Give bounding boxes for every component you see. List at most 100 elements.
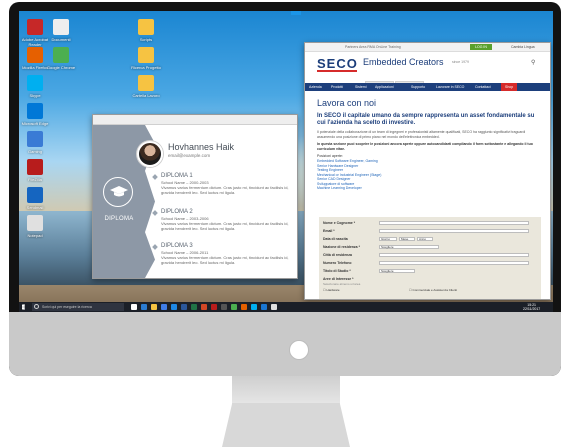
monitor-mockup: Adobe Acrobat Reader Mozilla Firefox Skype… — [0, 0, 571, 447]
desktop-shortcut[interactable]: Ricerca Progetto — [131, 47, 161, 70]
chrome-icon — [53, 47, 69, 63]
desktop-shortcut[interactable]: Skype — [20, 75, 50, 98]
desktop-shortcut[interactable]: Microsoft Edge — [20, 103, 50, 126]
filezilla-icon[interactable] — [211, 304, 217, 310]
login-button[interactable]: LOG IN — [470, 44, 492, 50]
checkbox-commerciale[interactable]: ☐ Commerciale e Assistenza Clienti — [409, 288, 457, 292]
desktop-shortcut[interactable]: Cartella Lavoro — [131, 75, 161, 98]
positions-label: Posizioni aperte: — [317, 154, 343, 158]
nav-item-azienda[interactable]: Azienda — [309, 85, 322, 89]
birth-day-select[interactable]: Giorno — [379, 237, 397, 241]
desktop-shortcut[interactable]: Notepad — [20, 215, 50, 238]
firefox-icon[interactable] — [241, 304, 247, 310]
folder-icon — [138, 19, 154, 35]
excel-icon[interactable] — [191, 304, 197, 310]
browser-window[interactable]: Partners Area RMA OnLine Training LOG IN… — [304, 42, 551, 300]
skype-icon[interactable] — [251, 304, 257, 310]
language-switch[interactable]: Cambia Lingua — [511, 45, 535, 49]
nav-item-shop[interactable]: Shop — [501, 83, 518, 91]
store-icon[interactable] — [161, 304, 167, 310]
folder-icon[interactable] — [151, 304, 157, 310]
city-label: Città di residenza — [323, 253, 352, 257]
settings-icon[interactable] — [271, 304, 277, 310]
monitor-neck — [232, 376, 340, 404]
desktop-shortcut[interactable]: Gaming — [20, 131, 50, 154]
desktop-shortcut[interactable]: Sendmail — [20, 187, 50, 210]
terminal-icon[interactable] — [221, 304, 227, 310]
taskbar-search[interactable]: Scrivi qui per eseguire la ricerca — [32, 303, 124, 311]
monitor-chin — [9, 312, 561, 376]
desktop-shortcut[interactable]: Google Chrome — [46, 47, 76, 70]
photos-icon[interactable] — [261, 304, 267, 310]
desktop-shortcut-label: Scripts — [139, 37, 153, 42]
since-label: since 1979 — [452, 60, 469, 64]
resume-email: email@example.com — [168, 153, 211, 158]
word-icon[interactable] — [181, 304, 187, 310]
diploma-description: Vivamus varius fermentum dictum. Cras ju… — [161, 255, 289, 265]
page-subtitle: In SECO il capitale umano da sempre rapp… — [317, 113, 535, 126]
email-field[interactable] — [379, 229, 529, 233]
intro-bold-text: In questa sezione puoi scoprire le posiz… — [317, 142, 533, 151]
resume-window-titlebar[interactable] — [93, 115, 297, 125]
desktop-shortcut[interactable]: Scripts — [131, 19, 161, 42]
search-icon — [34, 304, 39, 309]
desktop-shortcut-label: Google Chrome — [46, 65, 76, 70]
seco-logo[interactable]: SECO — [317, 56, 358, 71]
application-form: Nome e Cognome * Email * Data di nascita… — [319, 217, 541, 299]
windows-start-icon[interactable] — [22, 304, 25, 310]
sidebar-diploma-label: DIPLOMA — [104, 216, 134, 222]
nation-select[interactable]: Scegliere — [379, 245, 439, 249]
monitor-base — [222, 403, 350, 447]
desktop-screen: Adobe Acrobat Reader Mozilla Firefox Skype… — [19, 11, 553, 312]
top-links[interactable]: Partners Area RMA OnLine Training — [345, 45, 401, 49]
birth-year-select[interactable]: Anno — [417, 237, 433, 241]
filezilla-icon — [27, 159, 43, 175]
power-button — [289, 340, 309, 360]
clock-date: 22/11/2017 — [523, 307, 541, 311]
desktop-shortcut-label: Skype — [29, 93, 41, 98]
gamepad-icon — [27, 131, 43, 147]
nav-item-contattaci[interactable]: Contattaci — [475, 85, 491, 89]
nav-item-applicazioni[interactable]: Applicazioni — [375, 85, 394, 89]
edge-icon[interactable] — [141, 304, 147, 310]
position-link[interactable]: Embedded Software Engineer, Gaming — [317, 159, 381, 164]
nav-item-lavorare[interactable]: Lavorare in SECO — [436, 85, 464, 89]
phone-field[interactable] — [379, 261, 529, 265]
study-select[interactable]: Scegliere — [379, 269, 415, 273]
name-field[interactable] — [379, 221, 529, 225]
camera-notch — [291, 11, 301, 15]
positions-list: Embedded Software Engineer, Gaming Senio… — [317, 159, 381, 191]
bullet-diamond-icon — [152, 210, 158, 216]
desktop-shortcut[interactable]: Documenti — [46, 19, 76, 42]
firefox-icon — [27, 47, 43, 63]
taskbar-clock[interactable]: 15:21 22/11/2017 — [523, 303, 540, 311]
desktop-shortcut[interactable]: FileZilla — [20, 159, 50, 182]
site-tagline: Embedded Creators — [363, 57, 444, 67]
search-icon[interactable]: ⚲ — [531, 59, 535, 66]
city-field[interactable] — [379, 253, 529, 257]
diploma-description: Vivamus varius fermentum dictum. Cras ju… — [161, 185, 289, 195]
position-link[interactable]: Machine Learning Developer — [317, 186, 381, 191]
diploma-title: DIPLOMA 1 — [161, 173, 193, 179]
nav-item-supporto[interactable]: Supporto — [411, 85, 425, 89]
nav-item-prodotti[interactable]: Prodotti — [331, 85, 343, 89]
nav-item-sistemi[interactable]: Sistemi — [355, 85, 366, 89]
desktop-shortcut-label: Gaming — [27, 149, 42, 154]
site-top-bar: Partners Area RMA OnLine Training LOG IN… — [305, 43, 550, 52]
mail-icon[interactable] — [171, 304, 177, 310]
desktop-shortcut-label: Notepad — [27, 233, 43, 238]
note-icon — [27, 215, 43, 231]
name-label: Nome e Cognome * — [323, 221, 356, 225]
folder-icon — [138, 75, 154, 91]
email-label: Email * — [323, 229, 335, 233]
skype-icon — [27, 75, 43, 91]
bullet-diamond-icon — [152, 174, 158, 180]
task-view-icon[interactable] — [131, 304, 137, 310]
powerpoint-icon[interactable] — [201, 304, 207, 310]
study-label: Titolo di Studio * — [323, 269, 351, 273]
chrome-icon[interactable] — [231, 304, 237, 310]
resume-window[interactable]: DIPLOMA Hovhannes Haik email@example.com… — [92, 114, 298, 279]
checkbox-hardware[interactable]: ☐ Hardware — [323, 288, 340, 292]
birth-month-select[interactable]: Mese — [399, 237, 415, 241]
nation-label: Nazione di residenza * — [323, 245, 360, 249]
